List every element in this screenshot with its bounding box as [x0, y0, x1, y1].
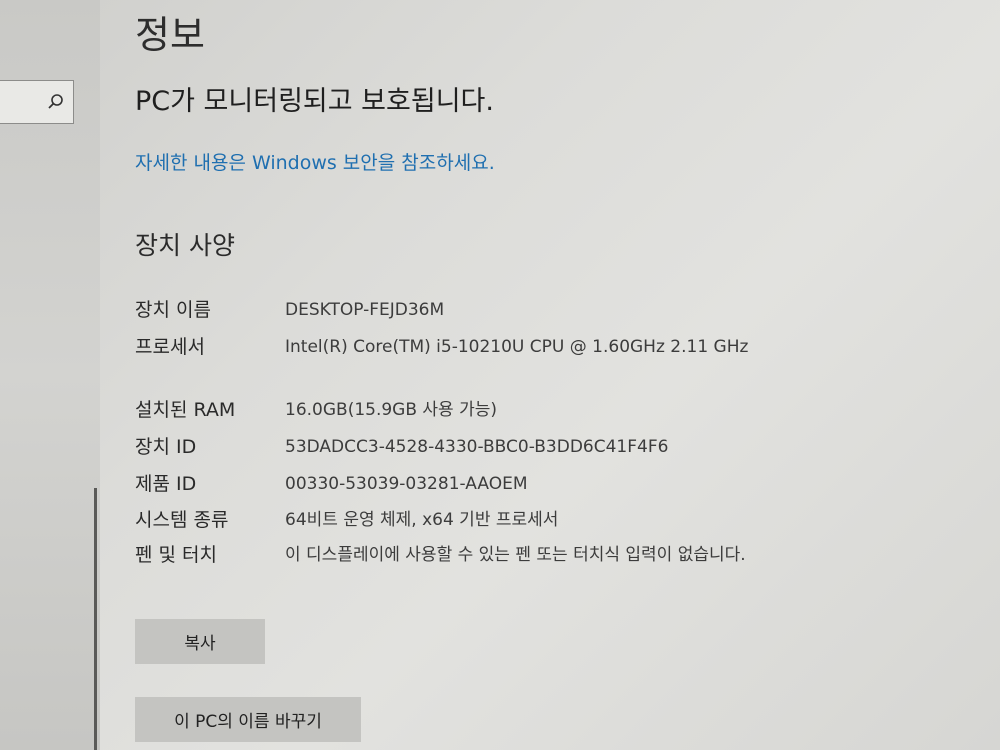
search-input[interactable] — [0, 80, 74, 124]
spec-value: 64비트 운영 체제, x64 기반 프로세서 — [285, 510, 559, 530]
windows-security-link[interactable]: 자세한 내용은 Windows 보안을 참조하세요. — [135, 148, 495, 178]
spec-value: 53DADCC3-4528-4330-BBC0-B3DD6C41F4F6 — [285, 437, 669, 457]
security-status: PC가 모니터링되고 보호됩니다. — [135, 86, 494, 117]
spec-value: 00330-53039-03281-AAOEM — [285, 474, 528, 494]
spec-label: 시스템 종류 — [135, 509, 229, 531]
about-page: 정보 PC가 모니터링되고 보호됩니다. 자세한 내용은 Windows 보안을… — [135, 0, 975, 750]
spec-value: 16.0GB(15.9GB 사용 가능) — [285, 400, 498, 420]
spec-label: 장치 이름 — [135, 299, 211, 321]
spec-value: 이 디스플레이에 사용할 수 있는 펜 또는 터치식 입력이 없습니다. — [285, 545, 746, 565]
copy-button[interactable]: 복사 — [135, 619, 265, 664]
spec-label: 설치된 RAM — [135, 399, 236, 421]
spec-label: 장치 ID — [135, 436, 197, 458]
spec-label: 프로세서 — [135, 336, 205, 358]
device-specs-heading: 장치 사양 — [135, 231, 235, 260]
spec-value: Intel(R) Core(TM) i5-10210U CPU @ 1.60GH… — [285, 337, 749, 357]
spec-label: 펜 및 터치 — [135, 544, 217, 566]
sidebar — [0, 0, 100, 750]
spec-value: DESKTOP-FEJD36M — [285, 300, 445, 320]
spec-label: 제품 ID — [135, 473, 197, 495]
search-icon[interactable] — [47, 93, 65, 111]
scrollbar[interactable] — [94, 488, 97, 750]
page-title: 정보 — [135, 13, 205, 57]
rename-pc-button[interactable]: 이 PC의 이름 바꾸기 — [135, 697, 361, 742]
